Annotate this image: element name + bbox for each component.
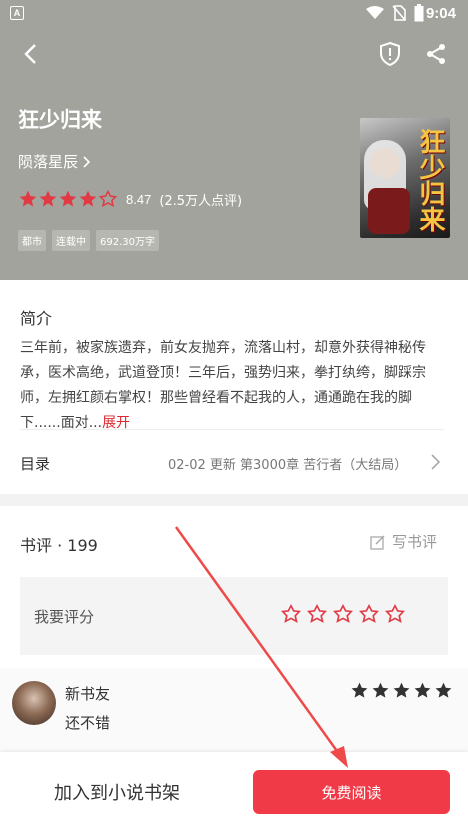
author-name: 陨落星辰 bbox=[18, 153, 79, 171]
star-filled-icon bbox=[19, 190, 37, 207]
tag-genre: 都市 bbox=[18, 230, 46, 251]
write-review-button[interactable]: 写书评 bbox=[370, 531, 437, 552]
rating-count: (2.5万人点评) bbox=[159, 193, 243, 209]
app-notification-icon: A bbox=[10, 6, 24, 20]
intro-text: 三年前，被家族遗弃，前女友抛弃，流落山村，却意外获得神秘传承，医术高绝，武道登顶… bbox=[20, 336, 448, 436]
star-filled-icon bbox=[393, 682, 410, 698]
star-filled-icon bbox=[59, 190, 77, 207]
shield-alert-icon bbox=[380, 41, 400, 67]
write-review-label: 写书评 bbox=[392, 533, 438, 551]
star-outline-icon[interactable] bbox=[358, 603, 380, 625]
intro-body: 三年前，被家族遗弃，前女友抛弃，流落山村，却意外获得神秘传承，医术高绝，武道登顶… bbox=[20, 340, 426, 431]
rate-label: 我要评分 bbox=[34, 608, 95, 626]
star-outline-icon[interactable] bbox=[384, 603, 406, 625]
toc-label[interactable]: 目录 bbox=[20, 453, 50, 474]
no-sim-icon bbox=[392, 5, 406, 21]
review-stars bbox=[350, 681, 453, 700]
star-outline-icon[interactable] bbox=[332, 603, 354, 625]
score: 8.47 bbox=[126, 191, 152, 207]
back-button[interactable] bbox=[12, 36, 48, 72]
star-outline-icon bbox=[98, 189, 118, 208]
edit-icon bbox=[370, 534, 385, 550]
author-link[interactable]: 陨落星辰 bbox=[18, 151, 92, 172]
chevron-right-icon bbox=[83, 155, 91, 168]
review-count-title: 书评 · 199 bbox=[20, 536, 98, 555]
reviewer-name: 新书友 bbox=[65, 685, 111, 703]
star-filled-icon bbox=[372, 682, 389, 698]
add-to-shelf-button[interactable]: 加入到小说书架 bbox=[14, 770, 220, 814]
book-title: 狂少归来 bbox=[18, 108, 102, 132]
battery-icon bbox=[414, 4, 424, 22]
star-filled-icon bbox=[435, 682, 452, 698]
share-icon bbox=[427, 44, 445, 64]
star-outline-icon[interactable] bbox=[306, 603, 328, 625]
review-text: 还不错 bbox=[65, 714, 111, 732]
star-filled-icon bbox=[351, 682, 368, 698]
report-button[interactable] bbox=[372, 36, 408, 72]
star-outline-icon[interactable] bbox=[280, 603, 302, 625]
status-time: 9:04 bbox=[425, 5, 456, 22]
toc-latest-chapter[interactable]: 02-02 更新 第3000章 苦行者（大结局） bbox=[168, 454, 407, 473]
share-button[interactable] bbox=[418, 36, 454, 72]
tag-status: 连载中 bbox=[52, 230, 90, 251]
chevron-right-icon[interactable] bbox=[428, 452, 442, 472]
chevron-left-icon bbox=[24, 44, 36, 64]
status-bar: A 9:04 bbox=[0, 0, 468, 28]
cover-title: 狂少归来 bbox=[415, 128, 445, 232]
cover-art bbox=[370, 148, 400, 178]
avatar bbox=[12, 681, 56, 725]
wifi-icon bbox=[366, 6, 384, 19]
star-filled-icon bbox=[414, 682, 431, 698]
rating-row: 8.47 (2.5万人点评) bbox=[18, 189, 242, 209]
rate-stars[interactable] bbox=[280, 603, 406, 625]
cover-art bbox=[368, 188, 410, 234]
star-filled-icon bbox=[79, 190, 97, 207]
intro-heading: 简介 bbox=[20, 309, 53, 328]
star-filled-icon bbox=[39, 190, 57, 207]
tag-list: 都市 连载中 692.30万字 bbox=[18, 230, 159, 251]
read-free-button[interactable]: 免费阅读 bbox=[253, 770, 450, 814]
divider bbox=[20, 429, 444, 430]
book-cover: 狂少归来 bbox=[360, 118, 450, 238]
tag-wordcount: 692.30万字 bbox=[96, 230, 159, 251]
